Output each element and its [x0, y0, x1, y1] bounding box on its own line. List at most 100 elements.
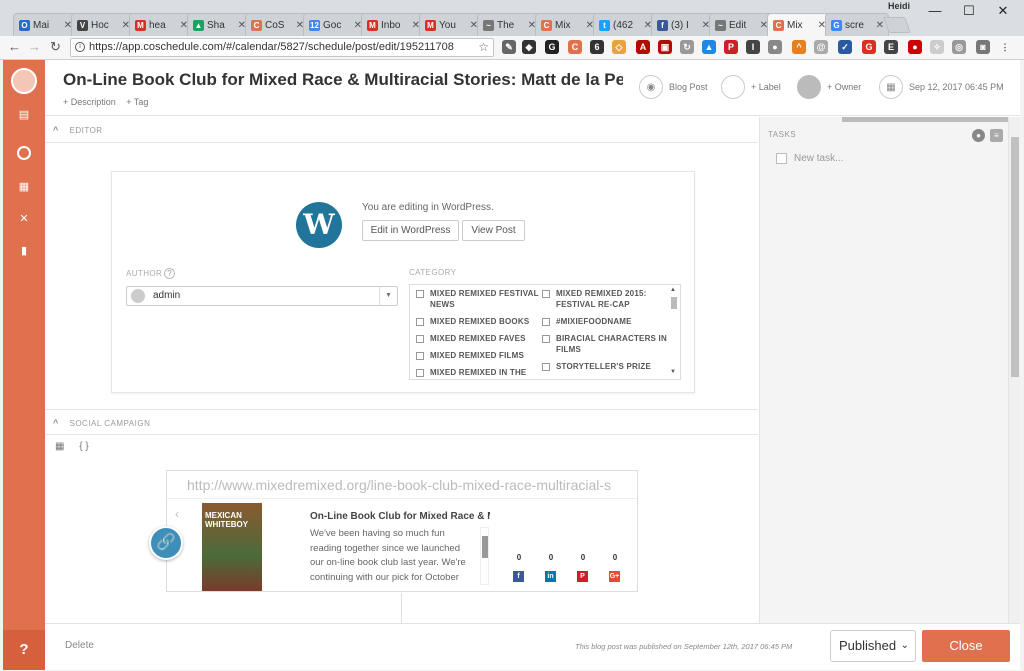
forward-icon[interactable]: → — [28, 39, 41, 54]
extension-icon[interactable]: G — [545, 40, 559, 54]
new-tab-button[interactable] — [883, 17, 911, 33]
category-scrollbar[interactable]: ▲ ▼ — [670, 287, 678, 377]
extension-icon[interactable]: ◆ — [522, 40, 536, 54]
maximize-button[interactable]: ☐ — [952, 2, 986, 20]
category-checkbox[interactable] — [416, 352, 424, 360]
category-option[interactable]: STORYTELLER'S PRIZE — [542, 361, 668, 372]
delete-link[interactable]: Delete — [65, 640, 94, 651]
browser-tab[interactable]: t (462 ✕ — [593, 13, 657, 36]
help-icon[interactable]: ? — [164, 268, 176, 279]
browser-tab[interactable]: M Inbo ✕ — [361, 13, 425, 36]
minimize-button[interactable]: — — [918, 2, 952, 20]
back-icon[interactable]: ← — [8, 39, 21, 54]
category-option[interactable]: MIXED REMIXED 2015: FESTIVAL RE-CAP — [542, 288, 668, 310]
code-braces-icon[interactable]: { } — [79, 441, 88, 452]
browser-tab[interactable]: ~ The ✕ — [477, 13, 541, 36]
category-option[interactable]: MIXED REMIXED FAVES — [416, 333, 542, 344]
browser-tab[interactable]: ▲ Sha ✕ — [187, 13, 251, 36]
extension-icon[interactable]: ▲ — [702, 40, 716, 54]
reload-icon[interactable]: ↻ — [50, 39, 61, 55]
page-scrollbar[interactable] — [1008, 117, 1020, 623]
browser-tab[interactable]: C Mix ✕ — [535, 13, 599, 36]
category-option[interactable]: MIXED REMIXED BOOKS — [416, 316, 542, 327]
extension-icon[interactable]: ● — [908, 40, 922, 54]
extension-icon[interactable]: ◇ — [612, 40, 626, 54]
briefcase-icon[interactable]: ▤ — [17, 108, 31, 122]
circle-icon[interactable] — [17, 146, 31, 160]
extension-icon[interactable]: ✎ — [502, 40, 516, 54]
browser-tab[interactable]: Gscre ✕ — [825, 13, 889, 36]
category-checkbox[interactable] — [416, 335, 424, 343]
close-tab-icon[interactable]: ✕ — [876, 20, 884, 31]
browser-tab[interactable]: C CoS ✕ — [245, 13, 309, 36]
browser-tab[interactable]: 12 Goc ✕ — [303, 13, 367, 36]
task-list-icon[interactable]: ≡ — [990, 129, 1003, 142]
scrollbar-thumb[interactable] — [671, 297, 677, 309]
close-button[interactable]: Close — [922, 630, 1010, 662]
extension-icon[interactable]: ✓ — [838, 40, 852, 54]
browser-tab[interactable]: f (3) I ✕ — [651, 13, 715, 36]
close-window-button[interactable]: ✕ — [986, 2, 1020, 20]
add-description-link[interactable]: + Description — [63, 97, 116, 107]
category-option[interactable]: MIXED REMIXED FESTIVAL NEWS — [416, 288, 542, 310]
edit-in-wordpress-button[interactable]: Edit in WordPress — [362, 220, 459, 241]
chevron-left-icon[interactable]: ‹ — [175, 507, 179, 521]
excerpt-scrollbar[interactable] — [480, 527, 489, 585]
category-checkbox[interactable] — [542, 318, 550, 326]
view-post-button[interactable]: View Post — [462, 220, 525, 241]
user-avatar[interactable] — [11, 68, 37, 94]
extension-icon[interactable]: ✧ — [930, 40, 944, 54]
info-icon[interactable]: i — [75, 42, 85, 52]
camera-icon[interactable]: ◙ — [976, 40, 990, 54]
category-checkbox[interactable] — [416, 369, 424, 377]
category-option[interactable]: MIXED REMIXED FILMS — [416, 350, 542, 361]
post-type[interactable]: ◉ Blog Post — [639, 75, 708, 99]
label-picker[interactable]: + Label — [721, 75, 781, 99]
task-template-icon[interactable]: ● — [972, 129, 985, 142]
extension-icon[interactable]: ^ — [792, 40, 806, 54]
help-button[interactable]: ? — [3, 630, 45, 670]
pinterest-ext-icon[interactable]: P — [724, 40, 738, 54]
pinterest-icon[interactable]: P — [577, 571, 588, 582]
status-select[interactable]: Published ⌄ — [830, 630, 916, 662]
browser-tab[interactable]: V Hoc ✕ — [71, 13, 135, 36]
task-checkbox[interactable] — [776, 153, 787, 164]
extension-icon[interactable]: @ — [814, 40, 828, 54]
add-tag-link[interactable]: + Tag — [126, 97, 148, 107]
editor-section-header[interactable]: ^ EDITOR — [45, 117, 758, 143]
category-checkbox[interactable] — [542, 290, 550, 298]
extension-icon[interactable]: G — [862, 40, 876, 54]
category-list[interactable]: MIXED REMIXED FESTIVAL NEWS MIXED REMIXED… — [409, 284, 681, 380]
extension-icon[interactable]: ▣ — [658, 40, 672, 54]
extension-icon[interactable]: 6 — [590, 40, 604, 54]
analytics-icon[interactable]: ▮ — [17, 244, 31, 258]
category-option[interactable]: 2016 MIXED REMIXED F — [542, 378, 668, 379]
new-task-input[interactable]: New task... — [776, 153, 843, 164]
evernote-icon[interactable]: E — [884, 40, 898, 54]
address-bar[interactable]: i https://app.coschedule.com/#/calendar/… — [70, 38, 494, 57]
facebook-icon[interactable]: f — [513, 571, 524, 582]
category-option[interactable]: MIXED REMIXED IN THE — [416, 367, 542, 378]
owner-picker[interactable]: + Owner — [797, 75, 861, 99]
shuffle-icon[interactable]: ✕ — [17, 212, 31, 226]
extension-icon[interactable]: I — [746, 40, 760, 54]
extension-icon[interactable]: ● — [768, 40, 782, 54]
date-picker[interactable]: ▦ Sep 12, 2017 06:45 PM — [879, 75, 1004, 99]
post-title[interactable]: On-Line Book Club for Mixed Race & Multi… — [63, 70, 623, 90]
category-checkbox[interactable] — [416, 318, 424, 326]
category-option[interactable]: BIRACIAL CHARACTERS IN FILMS — [542, 333, 668, 355]
profile-name[interactable]: Heidi — [888, 1, 910, 11]
extension-icon[interactable]: ↻ — [680, 40, 694, 54]
author-select[interactable]: admin ▼ — [126, 286, 398, 306]
scroll-up-icon[interactable]: ▲ — [670, 287, 676, 293]
link-icon[interactable]: 🔗 — [149, 526, 183, 560]
social-section-header[interactable]: ^ SOCIAL CAMPAIGN — [45, 409, 758, 435]
category-checkbox[interactable] — [542, 335, 550, 343]
pdf-icon[interactable]: A — [636, 40, 650, 54]
extension-icon[interactable]: ◎ — [952, 40, 966, 54]
category-checkbox[interactable] — [542, 363, 550, 371]
browser-tab[interactable]: O Mai ✕ — [13, 13, 77, 36]
calendar-grid-icon[interactable]: ▦ — [55, 441, 64, 452]
coschedule-icon[interactable]: C — [568, 40, 582, 54]
menu-icon[interactable]: ⋮ — [998, 40, 1012, 54]
